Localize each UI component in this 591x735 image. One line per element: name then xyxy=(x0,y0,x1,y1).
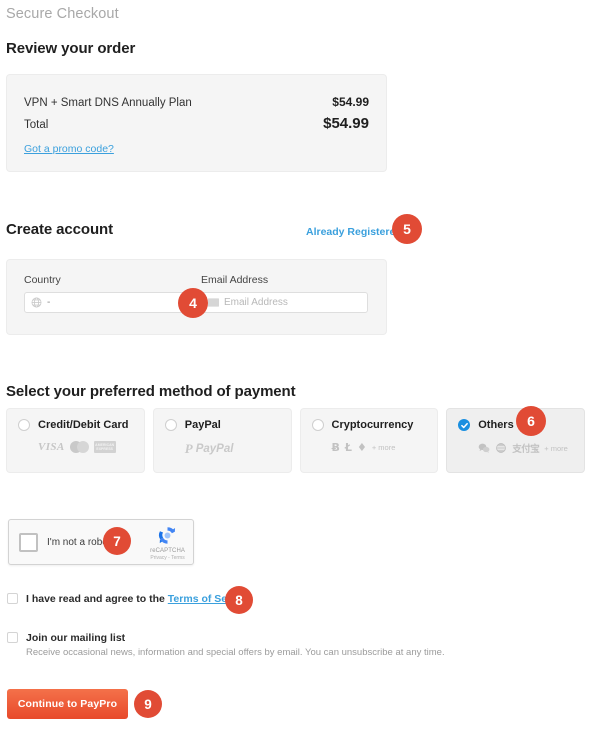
payment-option-label: Cryptocurrency xyxy=(331,419,414,431)
annotation-badge-9: 9 xyxy=(134,690,162,718)
mastercard-logo xyxy=(69,441,89,453)
order-summary-card: VPN + Smart DNS Annually Plan $54.99 Tot… xyxy=(6,74,387,172)
recaptcha-widget[interactable]: I'm not a robot reCAPTCHA Privacy - Term… xyxy=(8,519,194,565)
order-total-label: Total xyxy=(24,119,49,131)
annotation-badge-6: 6 xyxy=(516,406,546,436)
mailing-list-label: Join our mailing list xyxy=(26,632,126,644)
recaptcha-brand-text: reCAPTCHA xyxy=(150,547,185,554)
recaptcha-branding: reCAPTCHA Privacy - Terms xyxy=(150,524,185,561)
email-field[interactable]: Email Address xyxy=(201,292,368,313)
paypal-logos: P PayPal xyxy=(185,441,280,457)
wechatpay-logo xyxy=(478,443,490,453)
recaptcha-terms-text[interactable]: Privacy - Terms xyxy=(150,555,184,561)
order-item-amount: $54.99 xyxy=(332,95,369,109)
payment-heading: Select your preferred method of payment xyxy=(6,383,296,400)
radio-others[interactable] xyxy=(458,419,471,431)
terms-prefix: I have read and agree to the xyxy=(26,593,168,605)
payment-option-cryptocurrency[interactable]: Cryptocurrency Ƀ Ł ♦ + more xyxy=(299,408,439,473)
annotation-badge-7: 7 xyxy=(103,527,131,555)
mailing-list-description: Receive occasional news, information and… xyxy=(26,647,445,658)
annotation-badge-4: 4 xyxy=(178,288,208,318)
annotation-badge-8: 8 xyxy=(225,586,253,614)
country-select[interactable]: - xyxy=(24,292,190,313)
annotation-badge-5: 5 xyxy=(392,214,422,244)
payment-option-label: Others xyxy=(478,419,514,431)
credit-card-logos: VISA AMERICAN EXPRESS xyxy=(38,441,133,453)
order-row: Total $54.99 xyxy=(24,115,369,132)
create-account-heading: Create account xyxy=(6,221,113,238)
payment-option-label: Credit/Debit Card xyxy=(38,419,129,431)
others-logos: 支付宝 + more xyxy=(478,441,573,455)
mailing-list-checkbox[interactable] xyxy=(7,632,18,643)
crypto-logos: Ƀ Ł ♦ + more xyxy=(332,441,427,454)
terms-agreement-text: I have read and agree to the Terms of Se… xyxy=(26,593,252,605)
visa-logo: VISA xyxy=(38,441,65,453)
recaptcha-label: I'm not a robot xyxy=(47,536,111,548)
payment-option-credit-card[interactable]: Credit/Debit Card VISA AMERICAN EXPRESS xyxy=(6,408,145,473)
recaptcha-icon xyxy=(156,524,179,547)
recaptcha-checkbox[interactable] xyxy=(19,532,38,552)
terms-checkbox[interactable] xyxy=(7,593,18,604)
email-label: Email Address xyxy=(201,274,269,286)
globe-icon xyxy=(31,297,42,308)
country-value: - xyxy=(47,297,51,308)
radio-paypal[interactable] xyxy=(164,419,177,431)
envelope-icon xyxy=(208,297,219,308)
paypal-mark-icon: P xyxy=(184,441,193,456)
crypto-more-label: + more xyxy=(371,443,396,452)
bitcoin-icon: Ƀ xyxy=(331,441,340,454)
continue-to-paypro-button[interactable]: Continue to PayPro xyxy=(7,689,128,719)
payment-option-paypal[interactable]: PayPal P PayPal xyxy=(152,408,292,473)
checkout-page: Secure Checkout Review your order VPN + … xyxy=(0,0,591,735)
country-label: Country xyxy=(24,274,61,286)
paypal-wordmark: PayPal xyxy=(195,443,234,455)
unionpay-logo xyxy=(495,443,507,453)
ethereum-icon: ♦ xyxy=(356,441,367,454)
review-order-heading: Review your order xyxy=(6,40,136,57)
order-total-amount: $54.99 xyxy=(323,115,369,132)
order-item-label: VPN + Smart DNS Annually Plan xyxy=(24,97,192,109)
order-row: VPN + Smart DNS Annually Plan $54.99 xyxy=(24,95,369,109)
amex-logo: AMERICAN EXPRESS xyxy=(93,441,116,453)
litecoin-icon: Ł xyxy=(344,441,352,454)
promo-code-link[interactable]: Got a promo code? xyxy=(24,143,114,155)
payment-methods-row: Credit/Debit Card VISA AMERICAN EXPRESS P… xyxy=(6,408,585,473)
payment-option-label: PayPal xyxy=(184,419,221,431)
radio-credit-card[interactable] xyxy=(18,419,30,431)
email-placeholder: Email Address xyxy=(224,297,288,308)
radio-cryptocurrency[interactable] xyxy=(311,419,324,431)
alipay-logo: 支付宝 xyxy=(512,444,540,455)
paypal-logo: P PayPal xyxy=(185,441,234,457)
page-title: Secure Checkout xyxy=(6,6,119,22)
others-more-label: + more xyxy=(544,443,568,453)
